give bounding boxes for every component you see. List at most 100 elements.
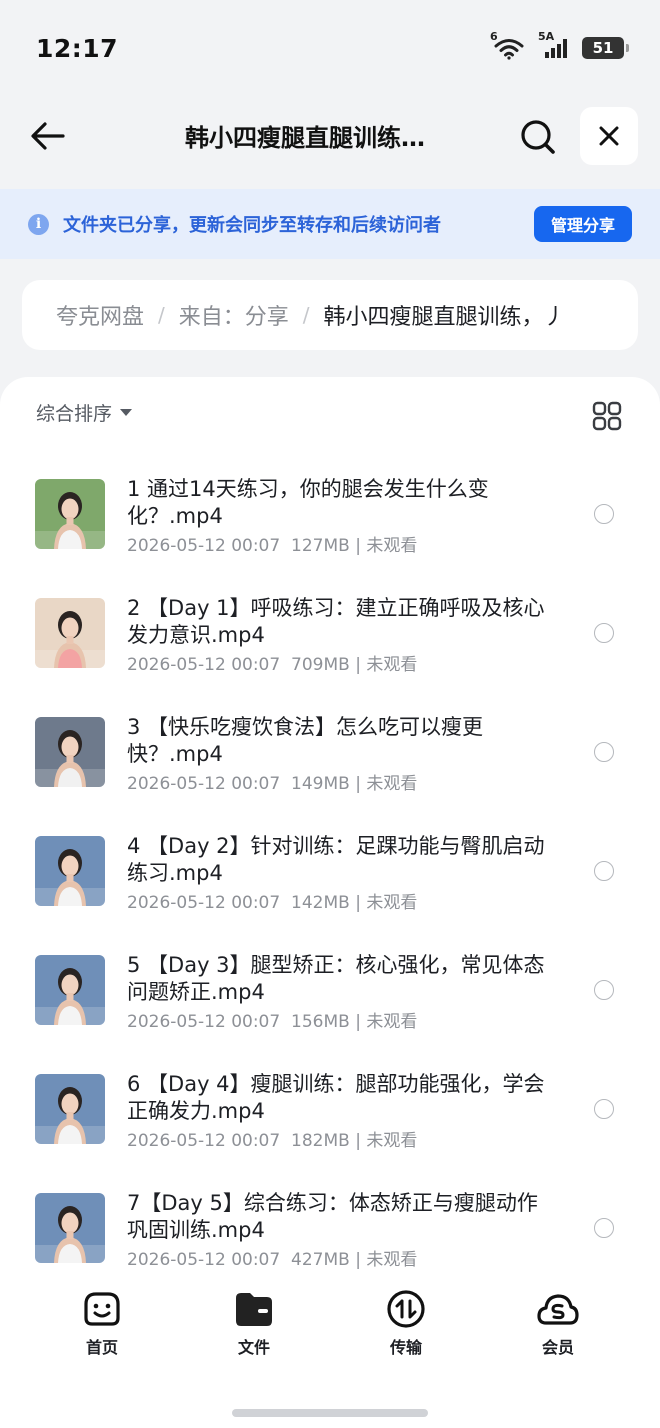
- meta-spacer: [280, 1012, 291, 1032]
- file-name: 7【Day 5】综合练习：体态矫正与瘦腿动作巩固训练.mp4: [127, 1191, 538, 1242]
- search-button[interactable]: [517, 116, 559, 158]
- select-radio[interactable]: [594, 504, 614, 524]
- file-date: 2026-05-12 00:07: [127, 893, 281, 913]
- file-size: 182MB: [291, 1131, 350, 1151]
- file-row[interactable]: 6 【Day 4】瘦腿训练：腿部功能强化，学会正确发力.mp4 2026-05-1…: [0, 1058, 660, 1177]
- file-date: 2026-05-12 00:07: [127, 536, 281, 556]
- meta-spacer: [280, 655, 291, 675]
- select-radio[interactable]: [594, 623, 614, 643]
- member-cloud-icon: [537, 1294, 579, 1325]
- share-banner-text: 文件夹已分享，更新会同步至转存和后续访问者: [63, 215, 441, 236]
- meta-spacer: [280, 1250, 291, 1270]
- breadcrumb-item-share[interactable]: 来自：分享: [179, 299, 289, 331]
- close-button[interactable]: [580, 107, 638, 165]
- breadcrumb-item-current: 韩小四瘦腿直腿训练，丿: [323, 305, 566, 330]
- video-thumbnail: [35, 955, 105, 1025]
- file-size: 142MB: [291, 893, 350, 913]
- video-thumbnail: [35, 1193, 105, 1263]
- meta-divider: |: [349, 1012, 367, 1032]
- nav-bar: 韩小四瘦腿直腿训练…: [0, 104, 660, 170]
- status-time: 12:17: [36, 33, 119, 63]
- meta-divider: |: [349, 893, 367, 913]
- video-thumbnail: [35, 479, 105, 549]
- select-radio[interactable]: [594, 742, 614, 762]
- watch-status: 未观看: [366, 1250, 418, 1270]
- file-size: 427MB: [291, 1250, 350, 1270]
- close-icon: [599, 126, 619, 146]
- tab-member[interactable]: 会员: [518, 1290, 598, 1364]
- grid-view-button[interactable]: [592, 401, 622, 431]
- file-name: 3 【快乐吃瘦饮食法】怎么吃可以瘦更快？.mp4: [127, 715, 484, 766]
- info-icon: i: [28, 213, 49, 235]
- breadcrumb-separator: /: [302, 303, 310, 327]
- search-icon: [521, 120, 555, 154]
- file-date: 2026-05-12 00:07: [127, 1131, 281, 1151]
- tab-label: 首页: [85, 1338, 118, 1357]
- cellular-signal-icon: 5A: [538, 30, 570, 60]
- manage-share-button[interactable]: 管理分享: [534, 206, 632, 242]
- tab-files[interactable]: 文件: [214, 1290, 294, 1364]
- file-meta: 2026-05-12 00:07 142MB | 未观看: [127, 888, 417, 913]
- breadcrumb: 夸克网盘 / 来自：分享 / 韩小四瘦腿直腿训练，丿: [22, 280, 638, 350]
- file-list: 1 通过14天练习，你的腿会发生什么变化？.mp4 2026-05-12 00:0…: [0, 463, 660, 1296]
- file-row[interactable]: 5 【Day 3】腿型矫正：核心强化，常见体态问题矫正.mp4 2026-05-1…: [0, 939, 660, 1058]
- tab-label: 传输: [389, 1338, 422, 1357]
- file-name: 1 通过14天练习，你的腿会发生什么变化？.mp4: [127, 477, 489, 528]
- cell-label: 5A: [538, 30, 555, 43]
- file-size: 149MB: [291, 774, 350, 794]
- file-meta: 2026-05-12 00:07 127MB | 未观看: [127, 531, 417, 556]
- watch-status: 未观看: [366, 655, 418, 675]
- meta-divider: |: [349, 655, 367, 675]
- meta-spacer: [280, 893, 291, 913]
- file-meta: 2026-05-12 00:07 709MB | 未观看: [127, 650, 417, 675]
- select-radio[interactable]: [594, 1218, 614, 1238]
- file-size: 127MB: [291, 536, 350, 556]
- select-radio[interactable]: [594, 1099, 614, 1119]
- video-thumbnail: [35, 836, 105, 906]
- smiley-home-icon: [84, 1292, 120, 1326]
- back-button[interactable]: [28, 116, 68, 156]
- meta-divider: |: [349, 1250, 367, 1270]
- tab-label: 文件: [237, 1338, 270, 1357]
- sort-dropdown[interactable]: 综合排序: [36, 399, 133, 426]
- file-date: 2026-05-12 00:07: [127, 1012, 281, 1032]
- video-thumbnail: [35, 1074, 105, 1144]
- tab-transfer[interactable]: 传输: [366, 1290, 446, 1364]
- file-row[interactable]: 7【Day 5】综合练习：体态矫正与瘦腿动作巩固训练.mp4 2026-05-12…: [0, 1177, 660, 1296]
- folder-icon: [236, 1293, 272, 1326]
- select-radio[interactable]: [594, 861, 614, 881]
- tab-label: 会员: [541, 1338, 574, 1357]
- file-size: 709MB: [291, 655, 350, 675]
- select-radio[interactable]: [594, 980, 614, 1000]
- transfer-icon: [387, 1290, 425, 1328]
- tab-home[interactable]: 首页: [62, 1290, 142, 1364]
- meta-spacer: [280, 536, 291, 556]
- file-date: 2026-05-12 00:07: [127, 655, 281, 675]
- share-banner: i 文件夹已分享，更新会同步至转存和后续访问者 管理分享: [0, 189, 660, 259]
- wifi-icon: 6: [490, 30, 526, 60]
- caret-down-icon: [120, 409, 133, 416]
- page-title: 韩小四瘦腿直腿训练…: [185, 124, 425, 152]
- watch-status: 未观看: [366, 774, 418, 794]
- file-size: 156MB: [291, 1012, 350, 1032]
- battery-icon: 51: [582, 37, 629, 59]
- watch-status: 未观看: [366, 1012, 418, 1032]
- file-row[interactable]: 1 通过14天练习，你的腿会发生什么变化？.mp4 2026-05-12 00:0…: [0, 463, 660, 582]
- watch-status: 未观看: [366, 1131, 418, 1151]
- file-date: 2026-05-12 00:07: [127, 1250, 281, 1270]
- status-bar: 12:17 6 5A 51: [0, 0, 660, 96]
- meta-spacer: [280, 774, 291, 794]
- file-row[interactable]: 3 【快乐吃瘦饮食法】怎么吃可以瘦更快？.mp4 2026-05-12 00:07…: [0, 701, 660, 820]
- meta-divider: |: [349, 774, 367, 794]
- file-panel: 综合排序 1 通过14天练习，你的腿会发生什么变化？.mp4 2026-05-12…: [0, 377, 660, 1428]
- file-row[interactable]: 2 【Day 1】呼吸练习：建立正确呼吸及核心发力意识.mp4 2026-05-1…: [0, 582, 660, 701]
- file-name: 4 【Day 2】针对训练：足踝功能与臀肌启动练习.mp4: [127, 834, 545, 885]
- file-row[interactable]: 4 【Day 2】针对训练：足踝功能与臀肌启动练习.mp4 2026-05-12 …: [0, 820, 660, 939]
- sort-label: 综合排序: [36, 403, 113, 425]
- breadcrumb-item-root[interactable]: 夸克网盘: [56, 299, 144, 331]
- video-thumbnail: [35, 598, 105, 668]
- status-icons: 6 5A 51: [490, 30, 629, 60]
- video-thumbnail: [35, 717, 105, 787]
- meta-divider: |: [349, 1131, 367, 1151]
- file-meta: 2026-05-12 00:07 156MB | 未观看: [127, 1007, 417, 1032]
